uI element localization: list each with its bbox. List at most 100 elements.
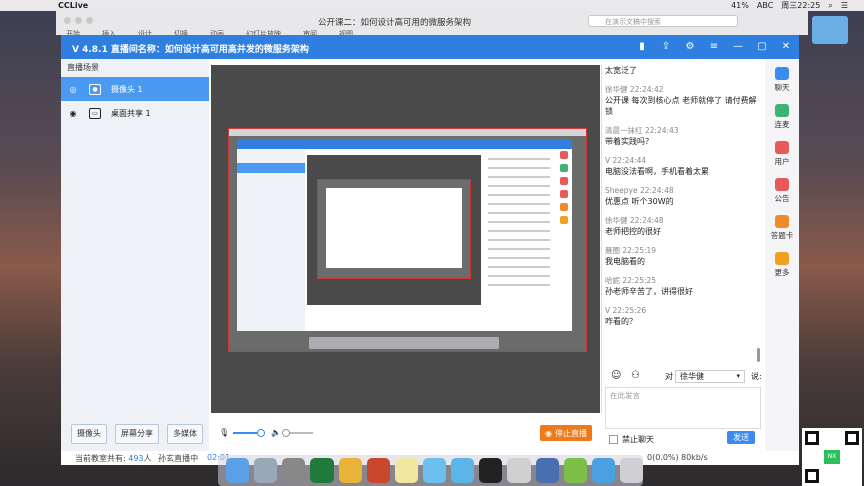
bitrate: 80kb/s — [681, 453, 708, 462]
scene-item-desktop-share[interactable]: ◉ ▭ 桌面共享 1 — [61, 101, 209, 125]
speaker-icon[interactable]: 🔈 — [271, 428, 281, 437]
input-method[interactable]: ABC — [757, 1, 773, 10]
mac-menubar: CCLive 41% ABC 周三22:25 ⌕ ☰ — [0, 0, 864, 11]
chat-list: 太宽泛了 徐华健 22:24:42 公开课 每次到核心点 老师就停了 请付费解锁 … — [605, 65, 761, 365]
signal-icon: ▮ — [639, 40, 645, 52]
mac-dock — [218, 455, 644, 486]
minimize-icon[interactable]: — — [731, 39, 745, 53]
preview-icon[interactable] — [422, 458, 447, 483]
chat-icon — [775, 67, 789, 80]
camera-icon: ● — [89, 83, 101, 95]
scene-item-camera[interactable]: ◎ ● 摄像头 1 — [61, 77, 209, 101]
chrome-icon[interactable] — [338, 458, 362, 483]
chat-message: V 22:25:26 咋看的？ — [605, 306, 647, 326]
scene-header: 直播场景 — [67, 63, 99, 72]
screen-share-icon: ▭ — [89, 107, 101, 119]
stop-live-label: 停止直播 — [554, 428, 587, 438]
trash-icon[interactable] — [619, 458, 644, 483]
scene-item-label: 摄像头 1 — [111, 84, 143, 94]
ban-chat-toggle[interactable]: 禁止聊天 — [609, 434, 654, 445]
image-viewer-icon[interactable] — [535, 458, 559, 483]
chat-message: Sheepye 22:24:48 优惠点 听个30W的 — [605, 186, 674, 206]
speaker-control: 🔈 — [271, 428, 313, 437]
answer-card-icon — [775, 215, 789, 228]
menu-icon[interactable]: ≡ — [707, 39, 721, 53]
chat-target-select[interactable]: 徐华健 — [675, 370, 745, 383]
share-icon[interactable]: ⇪ — [659, 39, 673, 53]
right-icon-bar: 聊天 连麦 用户 公告 答题卡 更多 — [765, 59, 799, 451]
notice-icon — [775, 178, 789, 191]
clock[interactable]: 周三22:25 — [781, 0, 820, 11]
online-count: 当前教室共有: 493人 孙玄直播中 — [75, 454, 199, 463]
chat-message: 雁圈 22:25:19 我电脑看的 — [605, 246, 657, 266]
mic-control: 🎙 — [219, 428, 266, 437]
chat-message: 徐华健 22:24:48 老师把控的很好 — [605, 216, 664, 236]
close-icon[interactable]: ✕ — [779, 39, 793, 53]
ban-chat-checkbox[interactable] — [609, 435, 618, 444]
camera-button[interactable]: 摄像头 — [71, 424, 107, 444]
multimedia-button[interactable]: 多媒体 — [167, 424, 203, 444]
chat-message: 清晨一抹红 22:24:43 带着实践吗？ — [605, 126, 679, 146]
notes-icon[interactable] — [394, 458, 418, 483]
chat-message: 哈妮 22:25:25 孙老师辛苦了，讲得很好 — [605, 276, 693, 296]
eye-icon[interactable]: ◉ — [67, 109, 79, 118]
link-mic-icon — [775, 104, 789, 117]
more-tab[interactable]: 更多 — [769, 252, 795, 278]
more-icon — [775, 252, 789, 265]
chat-to-label: 对 — [665, 372, 673, 381]
chat-message: 太宽泛了 — [605, 66, 637, 75]
app-icon[interactable] — [563, 458, 587, 483]
system-preferences-icon[interactable] — [282, 458, 306, 483]
chat-input[interactable]: 在此发言 — [605, 387, 761, 429]
battery-label[interactable]: 41% — [731, 1, 749, 10]
speaker-volume-slider[interactable] — [281, 428, 313, 437]
excel-icon[interactable] — [310, 458, 334, 483]
user-filter-icon[interactable]: ⚇ — [631, 370, 640, 381]
screen-share-button[interactable]: 屏幕分享 — [115, 424, 159, 444]
qq-icon[interactable] — [451, 458, 475, 483]
link-mic-tab[interactable]: 连麦 — [769, 104, 795, 130]
emoji-icon[interactable]: ☺ — [611, 370, 621, 381]
window-titlebar: V 4.8.1 直播间名称：如何设计高可用高并发的微服务架构 ▮ ⇪ ⚙ ≡ —… — [61, 35, 799, 59]
maximize-icon[interactable]: ▢ — [755, 39, 769, 53]
chat-message: 徐华健 22:24:42 公开课 每次到核心点 老师就停了 请付费解锁 — [605, 85, 757, 116]
users-icon — [775, 141, 789, 154]
chat-controls: ☺ ⚇ 对 徐华健 说: — [605, 368, 765, 386]
cclive-icon[interactable] — [591, 458, 615, 483]
stop-live-button[interactable]: ◉ 停止直播 — [540, 425, 592, 441]
desktop-folder-icon[interactable] — [812, 16, 848, 44]
chat-scrollbar[interactable] — [757, 348, 760, 362]
users-tab[interactable]: 用户 — [769, 141, 795, 167]
preview-screen-capture — [228, 128, 587, 352]
gear-icon[interactable]: ⚙ — [683, 39, 697, 53]
stop-icon: ◉ — [545, 428, 552, 438]
answer-card-tab[interactable]: 答题卡 — [769, 215, 795, 241]
powerpoint-icon[interactable] — [366, 458, 390, 483]
traffic-lights — [64, 17, 93, 24]
notice-tab[interactable]: 公告 — [769, 178, 795, 204]
window-title: V 4.8.1 直播间名称：如何设计高可用高并发的微服务架构 — [72, 45, 309, 55]
background-ppt-window: 公开课二：如何设计高可用的微服务架构 在演示文稿中搜索 开始 插入 设计 切换 … — [56, 11, 808, 38]
menu-list-icon[interactable]: ☰ — [841, 1, 848, 10]
ban-chat-label: 禁止聊天 — [622, 435, 654, 444]
mic-icon[interactable]: 🎙 — [219, 428, 229, 437]
live-preview — [211, 65, 600, 413]
cclive-window: V 4.8.1 直播间名称：如何设计高可用高并发的微服务架构 ▮ ⇪ ⚙ ≡ —… — [61, 35, 799, 465]
mic-volume-slider[interactable] — [233, 428, 266, 437]
background-search-field[interactable]: 在演示文稿中搜索 — [588, 15, 738, 27]
packet-loss: 0(0.0%) — [647, 453, 679, 462]
search-icon[interactable]: ⌕ — [828, 1, 832, 11]
qr-badge: NX — [824, 450, 840, 464]
activity-monitor-icon[interactable] — [507, 458, 531, 483]
chat-say-label: 说: — [751, 372, 762, 381]
send-button[interactable]: 发送 — [727, 431, 755, 444]
menubar-app-name[interactable]: CCLive — [58, 1, 88, 10]
finder-icon[interactable] — [226, 458, 250, 483]
eye-hidden-icon[interactable]: ◎ — [67, 85, 79, 94]
chat-message: V 22:24:44 电脑没法看啊，手机看着太累 — [605, 156, 709, 176]
chat-tab[interactable]: 聊天 — [769, 67, 795, 93]
scene-item-label: 桌面共享 1 — [111, 108, 151, 118]
qr-code: NX — [802, 428, 862, 486]
terminal-icon[interactable] — [479, 458, 503, 483]
launchpad-icon[interactable] — [254, 458, 278, 483]
